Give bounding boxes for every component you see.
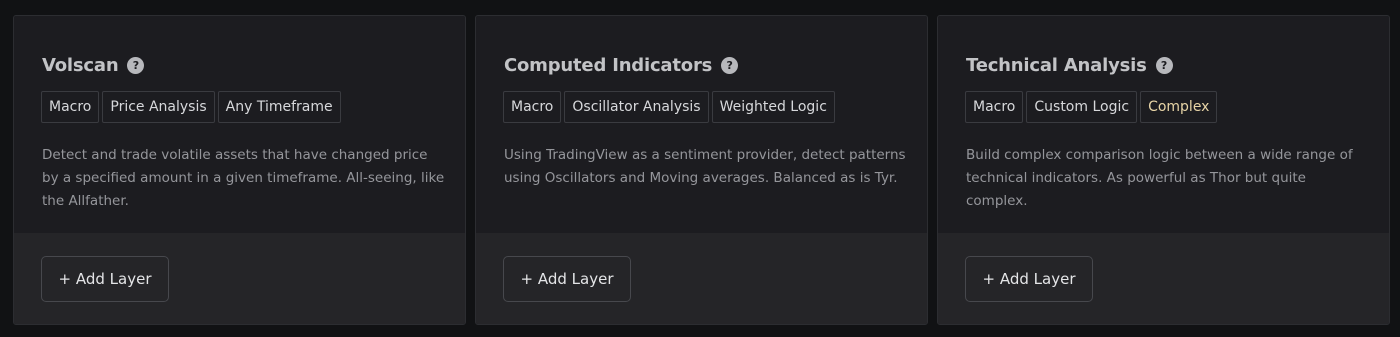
- layer-cards-row: Volscan ? Macro Price Analysis Any Timef…: [13, 15, 1390, 325]
- tag-list: Macro Custom Logic Complex: [965, 91, 1218, 123]
- add-layer-button[interactable]: + Add Layer: [41, 256, 169, 302]
- layer-card-volscan: Volscan ? Macro Price Analysis Any Timef…: [13, 15, 466, 325]
- card-description: Detect and trade volatile assets that ha…: [42, 147, 445, 209]
- tag-price-analysis: Price Analysis: [102, 91, 215, 123]
- card-header: Computed Indicators ?: [504, 53, 739, 77]
- tag-oscillator-analysis: Oscillator Analysis: [564, 91, 709, 123]
- tag-macro: Macro: [503, 91, 562, 123]
- card-description: Build complex comparison logic between a…: [966, 147, 1353, 209]
- help-icon[interactable]: ?: [721, 56, 739, 74]
- card-title: Technical Analysis: [966, 54, 1147, 76]
- card-header: Technical Analysis ?: [966, 53, 1173, 77]
- tag-macro: Macro: [965, 91, 1024, 123]
- card-description: Using TradingView as a sentiment provide…: [504, 147, 906, 186]
- tag-list: Macro Price Analysis Any Timeframe: [41, 91, 341, 123]
- tag-weighted-logic: Weighted Logic: [711, 91, 835, 123]
- card-body: [476, 16, 927, 233]
- layer-card-technical-analysis: Technical Analysis ? Macro Custom Logic …: [937, 15, 1390, 325]
- layer-card-computed-indicators: Computed Indicators ? Macro Oscillator A…: [475, 15, 928, 325]
- card-title: Computed Indicators: [504, 54, 713, 76]
- card-title: Volscan: [42, 54, 119, 76]
- tag-list: Macro Oscillator Analysis Weighted Logic: [503, 91, 835, 123]
- help-icon[interactable]: ?: [127, 56, 145, 74]
- card-header: Volscan ?: [42, 53, 145, 77]
- add-layer-button[interactable]: + Add Layer: [503, 256, 631, 302]
- tag-custom-logic: Custom Logic: [1026, 91, 1138, 123]
- tag-complex: Complex: [1140, 91, 1218, 123]
- add-layer-button[interactable]: + Add Layer: [965, 256, 1093, 302]
- help-icon[interactable]: ?: [1155, 56, 1173, 74]
- tag-macro: Macro: [41, 91, 100, 123]
- tag-any-timeframe: Any Timeframe: [217, 91, 341, 123]
